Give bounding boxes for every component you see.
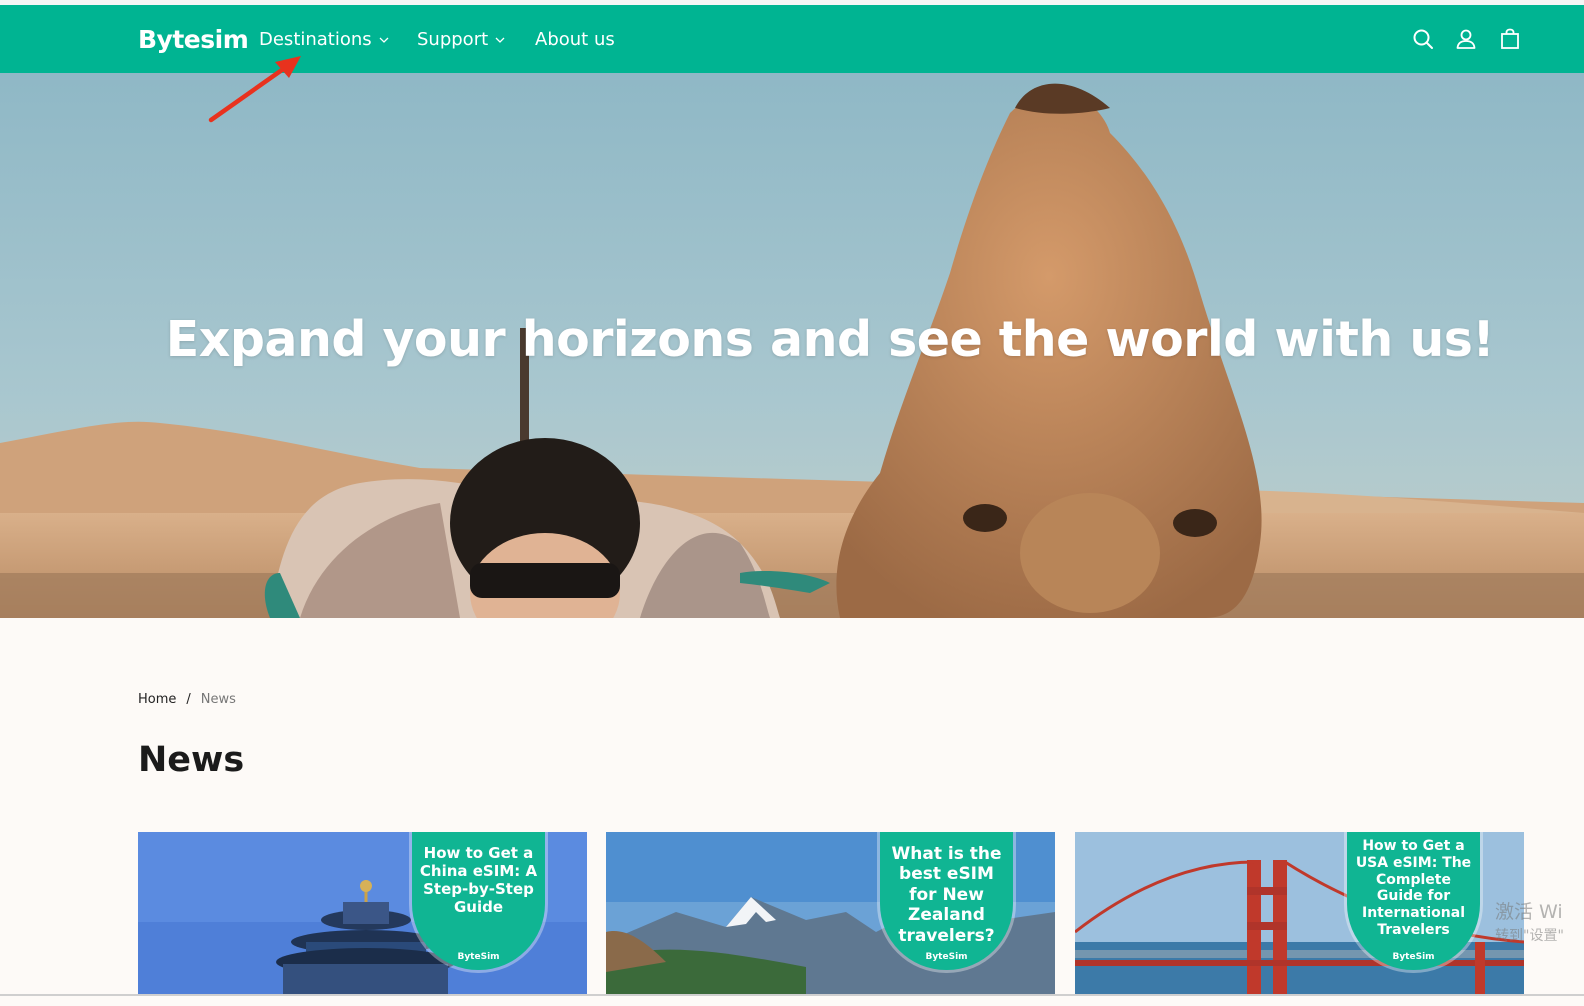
news-card-badge: How to Get a China eSIM: A Step-by-Step …: [412, 832, 545, 970]
hero-title: Expand your horizons and see the world w…: [165, 311, 1495, 368]
chevron-down-icon: [495, 37, 505, 43]
page-title: News: [138, 740, 245, 780]
breadcrumb-separator: /: [186, 692, 191, 707]
breadcrumb-current: News: [200, 692, 236, 707]
activation-watermark: 激活 Wi 转到"设置": [1495, 900, 1564, 948]
breadcrumb-home[interactable]: Home: [138, 692, 176, 707]
nav-about-us[interactable]: About us: [535, 29, 615, 50]
search-icon[interactable]: [1411, 27, 1435, 51]
watermark-line2: 转到"设置": [1495, 928, 1564, 944]
news-card-title: How to Get a USA eSIM: The Complete Guid…: [1355, 838, 1472, 938]
chevron-down-icon: [379, 37, 389, 43]
nav-support-label: Support: [417, 29, 489, 50]
bottom-divider: [0, 994, 1584, 996]
nav-about-us-label: About us: [535, 29, 615, 50]
breadcrumb: Home / News: [138, 692, 236, 707]
nav-support[interactable]: Support: [417, 29, 506, 50]
hero-banner: Expand your horizons and see the world w…: [0, 73, 1584, 618]
news-card-brand: ByteSim: [925, 952, 968, 962]
news-card-brand: ByteSim: [1392, 952, 1435, 962]
nav-destinations-label: Destinations: [259, 29, 372, 50]
news-card-badge: How to Get a USA eSIM: The Complete Guid…: [1347, 832, 1480, 970]
news-card-new-zealand[interactable]: What is the best eSIM for New Zealand tr…: [606, 832, 1055, 996]
news-card-china[interactable]: How to Get a China eSIM: A Step-by-Step …: [138, 832, 587, 996]
news-card-brand: ByteSim: [457, 952, 500, 962]
account-icon[interactable]: [1454, 27, 1478, 51]
news-card-usa[interactable]: How to Get a USA eSIM: The Complete Guid…: [1075, 832, 1524, 996]
news-card-title: How to Get a China eSIM: A Step-by-Step …: [419, 844, 538, 916]
red-arrow-annotation: [208, 56, 301, 123]
nav-destinations[interactable]: Destinations: [259, 29, 390, 50]
watermark-line1: 激活 Wi: [1495, 901, 1563, 923]
cart-icon[interactable]: [1498, 27, 1522, 51]
news-card-badge: What is the best eSIM for New Zealand tr…: [880, 832, 1013, 970]
news-card-title: What is the best eSIM for New Zealand tr…: [891, 844, 1002, 946]
